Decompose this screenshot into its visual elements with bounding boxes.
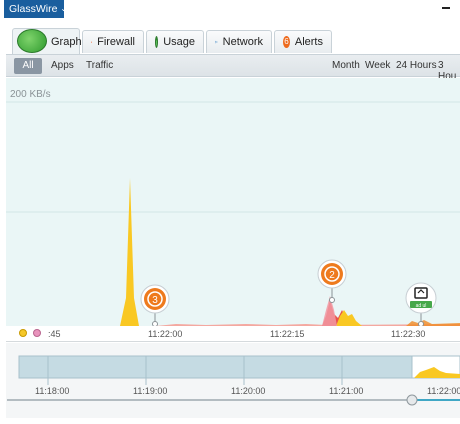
tab-label: Firewall [97,36,135,48]
tab-graph[interactable]: Graph [12,28,82,54]
tab-label: Graph [51,35,82,48]
tab-usage[interactable]: Usage [146,30,204,53]
graph-time-axis: :45 11:22:00 11:22:15 11:22:30 [6,326,460,342]
minimize-button[interactable] [442,7,450,9]
timeline-slider-handle[interactable] [406,394,418,406]
filter-apps-button[interactable]: Apps [51,60,74,71]
timeline-tick: 11:22:00 [427,386,460,396]
timeline-tick: 11:19:00 [133,386,168,396]
graph-icon [17,29,47,53]
timeline-range-bar [18,355,413,379]
left-counter: :45 [48,329,61,339]
tab-label: Network [222,36,263,48]
pink-app-icon[interactable] [33,329,41,337]
marker-3-count: 3 [152,295,158,306]
filter-bar: All Apps Traffic Month Week 24 Hours 3 H… [6,54,460,82]
tab-label: Alerts [294,36,323,48]
time-label: 11:22:30 [391,329,426,339]
tab-label: Usage [163,36,195,48]
timeline-tick: 11:21:00 [329,386,364,396]
app-menu-button[interactable]: GlassWire ⌄ [4,0,68,18]
flame-icon [91,41,92,43]
usage-icon [155,36,159,48]
range-week-button[interactable]: Week [365,60,390,71]
traffic-cluster-yellow [336,310,362,326]
timeline-tick: 11:18:00 [35,386,70,396]
chevron-down-icon: ⌄ [60,4,68,13]
traffic-graph[interactable]: 200 KB/s 3 2 ad ul [6,78,460,326]
time-label: 11:22:00 [148,329,183,339]
tab-alerts[interactable]: 6 Alerts [274,30,332,53]
timeline-svg [7,355,460,406]
app-alert-marker[interactable]: ad ul [405,282,437,326]
filter-traffic-button[interactable]: Traffic [86,60,113,71]
time-label: 11:22:15 [270,329,305,339]
range-24h-button[interactable]: 24 Hours [396,60,437,71]
traffic-spike-large [120,178,139,326]
app-title: GlassWire [9,3,58,15]
alerts-badge: 6 [283,36,290,48]
timeline-tick: 11:20:00 [231,386,266,396]
traffic-graph-svg: 3 2 ad ul [6,101,460,326]
filter-all-button[interactable]: All [14,58,42,74]
alert-marker-2[interactable]: 2 [317,259,347,303]
app-marker-caption: ad ul [416,303,427,309]
timeline-overview[interactable]: 11:18:00 11:19:00 11:20:00 11:21:00 11:2… [6,343,460,418]
network-icon [215,40,218,44]
tab-network[interactable]: Network [206,30,272,53]
alert-marker-3[interactable]: 3 [140,284,170,326]
range-month-button[interactable]: Month [332,60,360,71]
tab-firewall[interactable]: Firewall [82,30,144,53]
lock-icon[interactable] [19,329,27,337]
marker-2-count: 2 [329,270,335,281]
